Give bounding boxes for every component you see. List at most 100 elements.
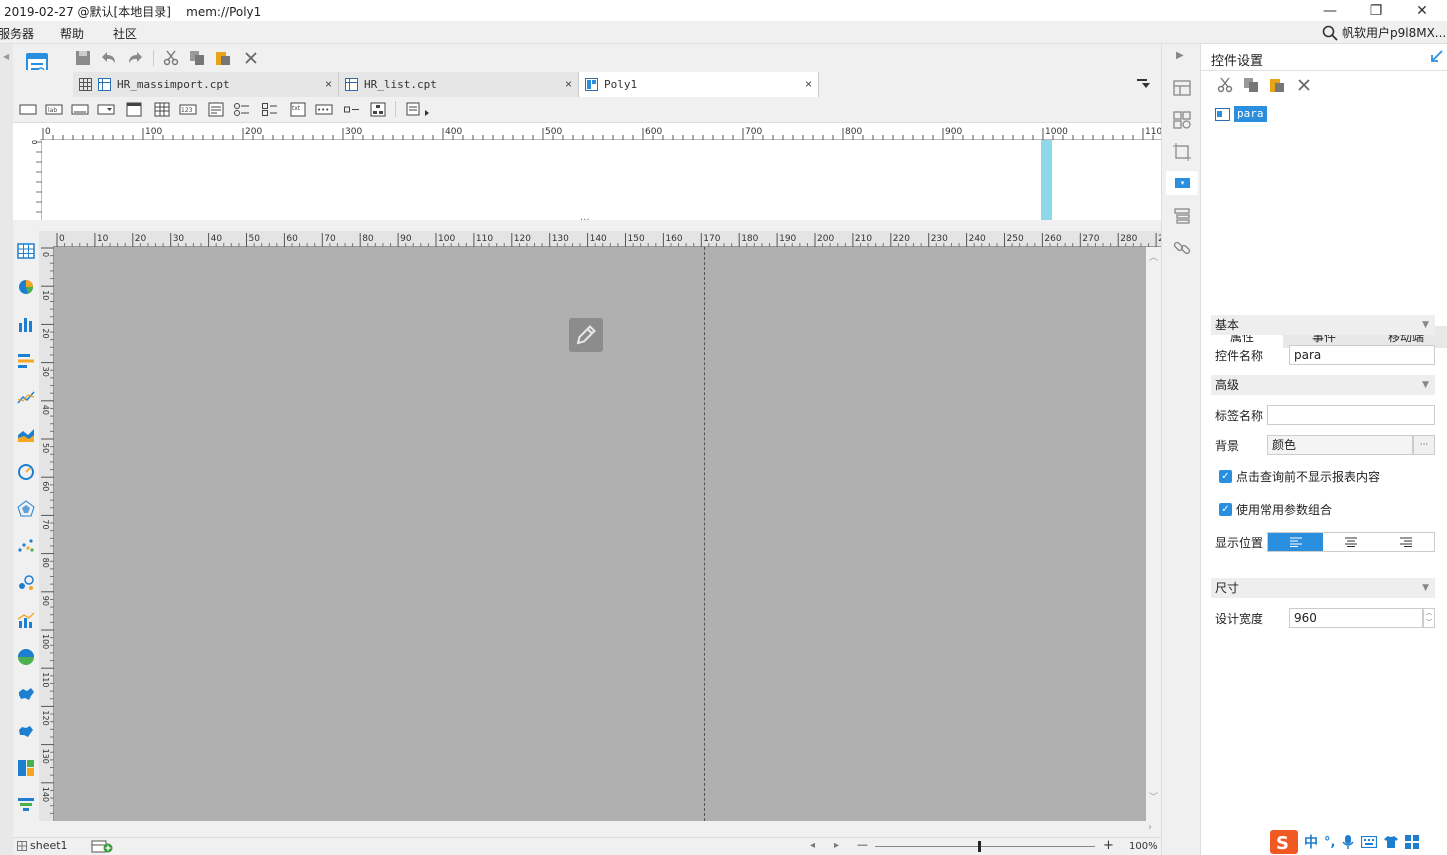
checkbox-widget-icon[interactable] <box>343 102 361 117</box>
copy-icon[interactable] <box>187 48 207 68</box>
date-widget-icon[interactable] <box>125 102 143 117</box>
map-chart-icon[interactable] <box>16 684 36 704</box>
background-field[interactable]: 颜色 <box>1267 435 1413 455</box>
frame-icon[interactable] <box>1172 142 1192 162</box>
tab-hr-list[interactable]: HR_list.cpt × <box>339 72 579 97</box>
panel-copy-icon[interactable] <box>1243 77 1259 93</box>
widget-library-icon[interactable] <box>1172 110 1192 130</box>
stepper-up-icon[interactable]: ︿ <box>1424 609 1434 618</box>
align-right-button[interactable] <box>1378 533 1434 551</box>
section-basic[interactable]: 基本 ▼ <box>1211 315 1435 335</box>
zoom-slider-track[interactable] <box>875 846 1095 847</box>
design-width-input[interactable]: 960 <box>1289 608 1423 628</box>
pane-splitter[interactable]: ··· <box>13 215 1161 231</box>
paste-icon[interactable] <box>213 48 233 68</box>
funnel-chart-icon[interactable] <box>16 795 36 815</box>
ime-punctuation[interactable]: °, <box>1324 835 1335 850</box>
user-name[interactable]: 帆软用户p9l8MX... <box>1342 24 1446 41</box>
stepper-down-icon[interactable]: ﹀ <box>1424 618 1434 627</box>
section-advanced[interactable]: 高级 ▼ <box>1211 375 1435 395</box>
password-widget-icon[interactable]: ••• <box>315 102 333 117</box>
zoom-slider-thumb[interactable] <box>978 841 981 852</box>
text-field-icon[interactable] <box>71 102 89 117</box>
hyperlink-icon[interactable] <box>1172 238 1192 258</box>
canvas-horizontal-scrollbar[interactable]: › <box>13 821 1161 837</box>
edit-icon[interactable] <box>569 318 603 352</box>
tab-close-button[interactable]: × <box>325 77 332 91</box>
zoom-in-button[interactable]: + <box>1103 838 1114 853</box>
keyboard-icon[interactable] <box>1361 836 1378 848</box>
check-icon[interactable]: ✓ <box>1219 470 1232 483</box>
check-icon[interactable]: ✓ <box>1219 503 1232 516</box>
hide-before-query-checkbox[interactable]: ✓ 点击查询前不显示报表内容 <box>1219 468 1380 485</box>
background-ellipsis-button[interactable]: ··· <box>1413 435 1435 455</box>
collapse-panel-icon[interactable] <box>1431 50 1443 62</box>
gauge-chart-icon[interactable] <box>16 462 36 482</box>
align-left-button[interactable] <box>1268 533 1324 551</box>
text-widget-icon[interactable]: txt <box>289 102 307 117</box>
widget-settings-tab[interactable]: ▾ <box>1166 171 1198 195</box>
bubble-chart-icon[interactable] <box>16 573 36 593</box>
scroll-up-icon[interactable]: ︿ <box>1149 250 1158 263</box>
scroll-down-icon[interactable]: ﹀ <box>1149 790 1158 803</box>
minimize-button[interactable]: — <box>1310 0 1350 21</box>
column-chart-icon[interactable] <box>16 314 36 334</box>
panel-paste-icon[interactable] <box>1269 77 1285 93</box>
tab-poly1[interactable]: Poly1 × <box>579 72 819 97</box>
cut-icon[interactable] <box>161 48 181 68</box>
splitter-handle[interactable]: ··· <box>580 215 590 226</box>
combo-chart-icon[interactable] <box>16 610 36 630</box>
sogou-logo-icon[interactable]: S <box>1270 830 1298 854</box>
undo-icon[interactable] <box>99 48 119 68</box>
save-icon[interactable] <box>73 48 93 68</box>
zoom-out-button[interactable]: — <box>857 838 868 851</box>
tab-close-button[interactable]: × <box>805 77 812 91</box>
sheet-tab[interactable]: sheet1 <box>17 839 68 852</box>
data-list-icon[interactable] <box>1172 206 1192 226</box>
widget-tree-item[interactable]: para <box>1215 106 1267 122</box>
layout-icon[interactable] <box>1172 78 1192 98</box>
tab-list-icon[interactable] <box>1136 76 1150 90</box>
expand-right-icon[interactable]: ▶ <box>1176 50 1184 61</box>
scatter-chart-icon[interactable] <box>16 536 36 556</box>
section-size[interactable]: 尺寸 ▼ <box>1211 578 1435 598</box>
scroll-right-icon[interactable]: › <box>1148 822 1152 833</box>
skin-icon[interactable] <box>1383 835 1399 849</box>
menu-help[interactable]: 帮助 <box>60 25 84 42</box>
tab-hr-massimport[interactable]: HR_massimport.cpt × <box>73 72 339 97</box>
search-icon[interactable] <box>1322 25 1338 41</box>
radio-group-icon[interactable] <box>233 102 251 117</box>
pie-chart-icon[interactable] <box>16 277 36 297</box>
ime-chinese-mode[interactable]: 中 <box>1304 832 1318 852</box>
use-param-combo-checkbox[interactable]: ✓ 使用常用参数组合 <box>1219 501 1332 518</box>
bar-chart-icon[interactable] <box>16 351 36 371</box>
dropdown-widget-icon[interactable] <box>97 102 115 117</box>
table-chart-icon[interactable] <box>16 241 36 261</box>
textarea-widget-icon[interactable] <box>207 102 225 117</box>
number-widget-icon[interactable]: 123 <box>179 102 197 117</box>
report-body-canvas[interactable] <box>54 247 1146 821</box>
sheet-prev-icon[interactable]: ◂ <box>810 840 815 851</box>
more-widgets-icon[interactable] <box>405 102 429 117</box>
label-widget-icon[interactable] <box>19 102 37 117</box>
line-chart-icon[interactable] <box>16 388 36 408</box>
collapse-left-icon[interactable]: ◀ <box>3 52 9 61</box>
redo-icon[interactable] <box>125 48 145 68</box>
align-center-button[interactable] <box>1323 533 1379 551</box>
sheet-next-icon[interactable]: ▸ <box>834 840 839 851</box>
design-width-stepper[interactable]: ︿ ﹀ <box>1423 608 1435 628</box>
widget-name-field[interactable]: para <box>1289 345 1435 365</box>
text-label-icon[interactable]: lab <box>45 102 63 117</box>
toolbox-icon[interactable] <box>1405 835 1420 849</box>
canvas-vertical-scrollbar[interactable]: ︿ ﹀ <box>1146 247 1161 821</box>
parameter-pane[interactable] <box>13 140 1161 220</box>
checkbox-group-icon[interactable] <box>261 102 279 117</box>
gradient-chart-icon[interactable] <box>16 647 36 667</box>
calendar-widget-icon[interactable] <box>153 102 171 117</box>
delete-icon[interactable] <box>241 48 261 68</box>
close-button[interactable]: ✕ <box>1402 0 1442 21</box>
restore-button[interactable]: ❐ <box>1356 0 1396 21</box>
microphone-icon[interactable] <box>1341 834 1355 850</box>
panel-cut-icon[interactable] <box>1217 77 1233 93</box>
left-collapse-strip[interactable]: ◀ <box>0 44 13 855</box>
